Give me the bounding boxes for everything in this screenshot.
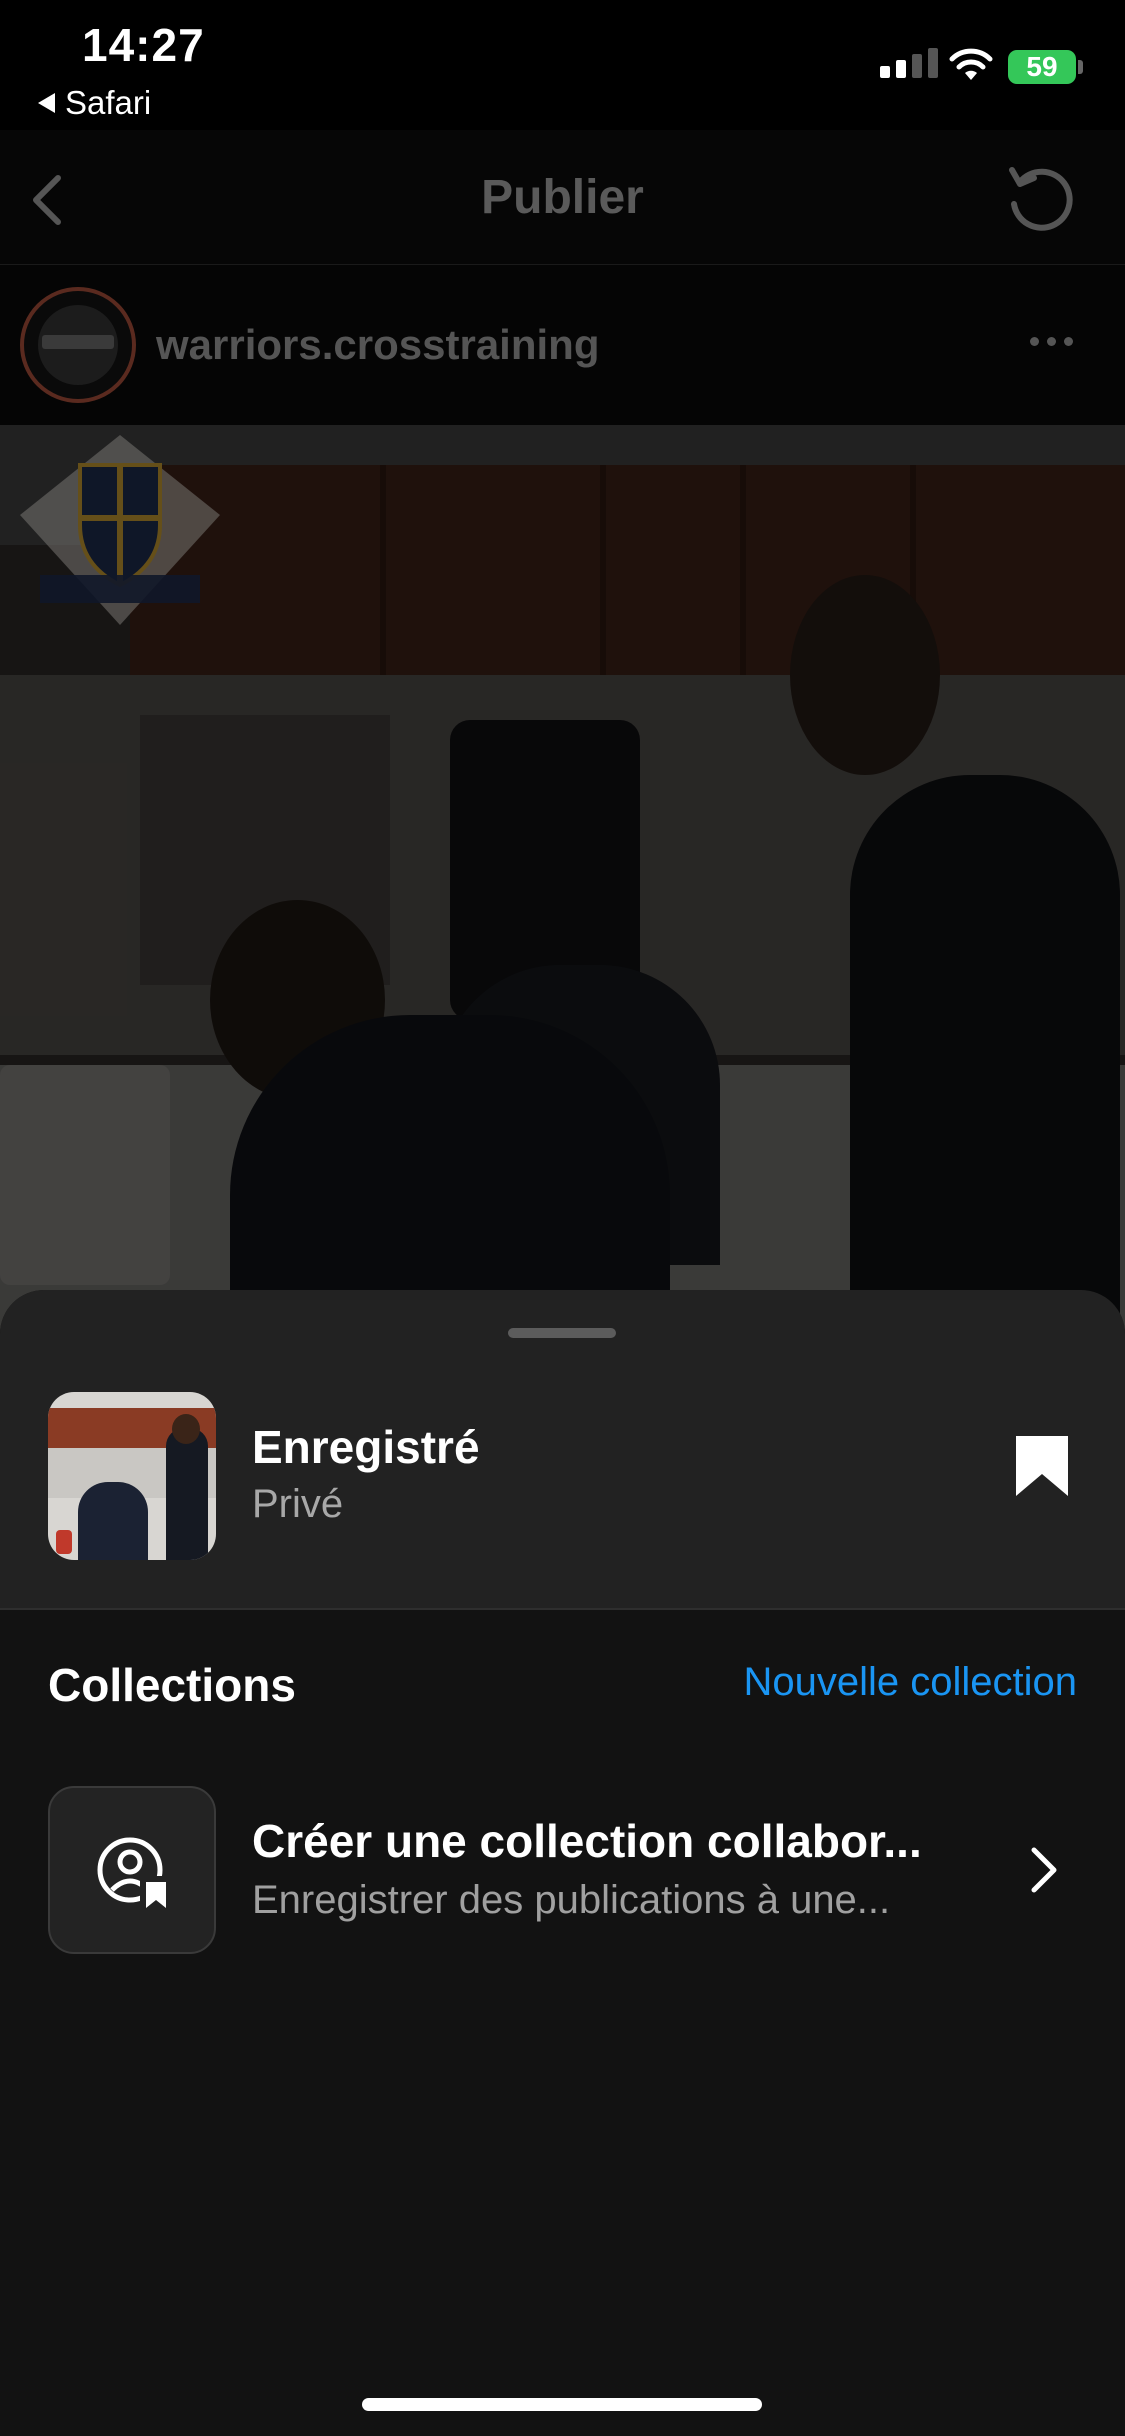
saved-title: Enregistré [252, 1421, 480, 1473]
collab-collection-subtitle: Enregistrer des publications à une... [252, 1878, 891, 1922]
create-collab-collection-row[interactable]: Créer une collection collabor... Enregis… [48, 1786, 1078, 1954]
page-title: Publier [481, 171, 644, 224]
collections-heading: Collections [48, 1659, 296, 1711]
home-indicator[interactable] [362, 2398, 762, 2411]
status-time: 14:27 [82, 19, 205, 71]
save-bottom-sheet: Enregistré Privé Collections Nouvelle co… [0, 1290, 1125, 2436]
bookmark-filled-icon[interactable] [1014, 1434, 1070, 1498]
saved-privacy-label: Privé [252, 1482, 344, 1526]
collab-collection-title: Créer une collection collabor... [252, 1815, 922, 1867]
new-collection-button[interactable]: Nouvelle collection [743, 1660, 1077, 1705]
cellular-signal-icon [880, 48, 938, 78]
refresh-icon[interactable] [1000, 160, 1080, 240]
battery-icon: 59 [1008, 50, 1076, 84]
battery-level: 59 [1026, 51, 1058, 82]
background-post: Publier warriors.crosstraining [0, 130, 1125, 1350]
more-dots-icon[interactable] [1030, 337, 1073, 346]
wifi-icon [949, 48, 993, 80]
back-app-label: Safari [65, 84, 152, 121]
saved-thumbnail [48, 1392, 216, 1560]
collab-user-bookmark-icon [97, 1837, 170, 1910]
post-header: warriors.crosstraining [0, 265, 1125, 425]
back-to-safari-link[interactable]: Safari [38, 84, 151, 122]
app-header: Publier [0, 130, 1125, 265]
collab-icon-box [48, 1786, 216, 1954]
avatar[interactable] [20, 287, 136, 403]
chevron-right-icon [1031, 1847, 1057, 1893]
post-username[interactable]: warriors.crosstraining [156, 321, 599, 369]
back-triangle-icon [38, 93, 55, 113]
divider [0, 1608, 1125, 1610]
avatar-logo-bar [42, 335, 114, 349]
post-image [0, 425, 1125, 1350]
status-bar: 14:27 Safari 59 [0, 0, 1125, 130]
sheet-drag-handle[interactable] [508, 1328, 616, 1338]
battery-cap [1078, 60, 1083, 74]
saved-section[interactable]: Enregistré Privé [0, 1290, 1125, 1608]
